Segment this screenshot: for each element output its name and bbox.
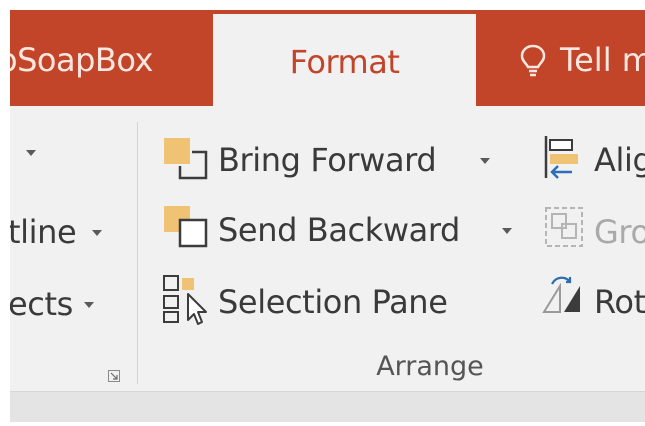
bring-forward-dropdown-arrow[interactable] bbox=[480, 158, 490, 164]
bring-forward-icon bbox=[164, 138, 208, 180]
selection-pane-label: Selection Pane bbox=[218, 283, 448, 321]
bring-forward-label: Bring Forward bbox=[218, 141, 437, 179]
shape-outline-dropdown-arrow[interactable] bbox=[92, 230, 102, 236]
group-separator bbox=[137, 122, 138, 384]
dialog-launcher-icon[interactable] bbox=[108, 370, 120, 382]
shape-fill-dropdown-arrow[interactable] bbox=[26, 150, 36, 156]
send-backward-label: Send Backward bbox=[218, 211, 460, 249]
ribbon-bottom-strip bbox=[10, 391, 645, 422]
send-backward-icon bbox=[164, 206, 208, 248]
group-button[interactable]: Group bbox=[594, 212, 645, 252]
tell-me-label: Tell me bbox=[560, 41, 645, 79]
align-button[interactable]: Align bbox=[594, 140, 645, 180]
tab-soapbox[interactable]: oSoapBox bbox=[10, 40, 153, 80]
align-label: Align bbox=[594, 141, 645, 179]
shape-effects-dropdown-arrow[interactable] bbox=[84, 302, 94, 308]
ribbon-tab-bar: oSoapBox Format Tell me bbox=[10, 10, 645, 112]
rotate-icon bbox=[542, 276, 580, 313]
shape-effects-button[interactable]: ects bbox=[10, 284, 73, 324]
group-label: Group bbox=[594, 213, 645, 251]
bring-forward-button[interactable]: Bring Forward bbox=[218, 140, 437, 180]
rotate-label: Rotate bbox=[594, 283, 645, 321]
tab-format[interactable]: Format bbox=[213, 14, 476, 112]
shape-effects-label: ects bbox=[10, 285, 73, 323]
shape-outline-button[interactable]: tline bbox=[10, 212, 77, 252]
screen-frame: oSoapBox Format Tell me tline ects Br bbox=[10, 10, 645, 422]
selection-pane-button[interactable]: Selection Pane bbox=[218, 282, 448, 322]
arrange-group-label: Arrange bbox=[376, 351, 484, 382]
send-backward-dropdown-arrow[interactable] bbox=[502, 228, 512, 234]
send-backward-button[interactable]: Send Backward bbox=[218, 210, 460, 250]
align-icon bbox=[544, 136, 578, 179]
rotate-button[interactable]: Rotate bbox=[594, 282, 645, 322]
shape-outline-label: tline bbox=[10, 213, 77, 251]
tab-format-label: Format bbox=[289, 43, 400, 81]
selection-pane-icon bbox=[163, 275, 207, 325]
group-icon bbox=[545, 207, 583, 247]
lightbulb-icon bbox=[520, 44, 546, 77]
